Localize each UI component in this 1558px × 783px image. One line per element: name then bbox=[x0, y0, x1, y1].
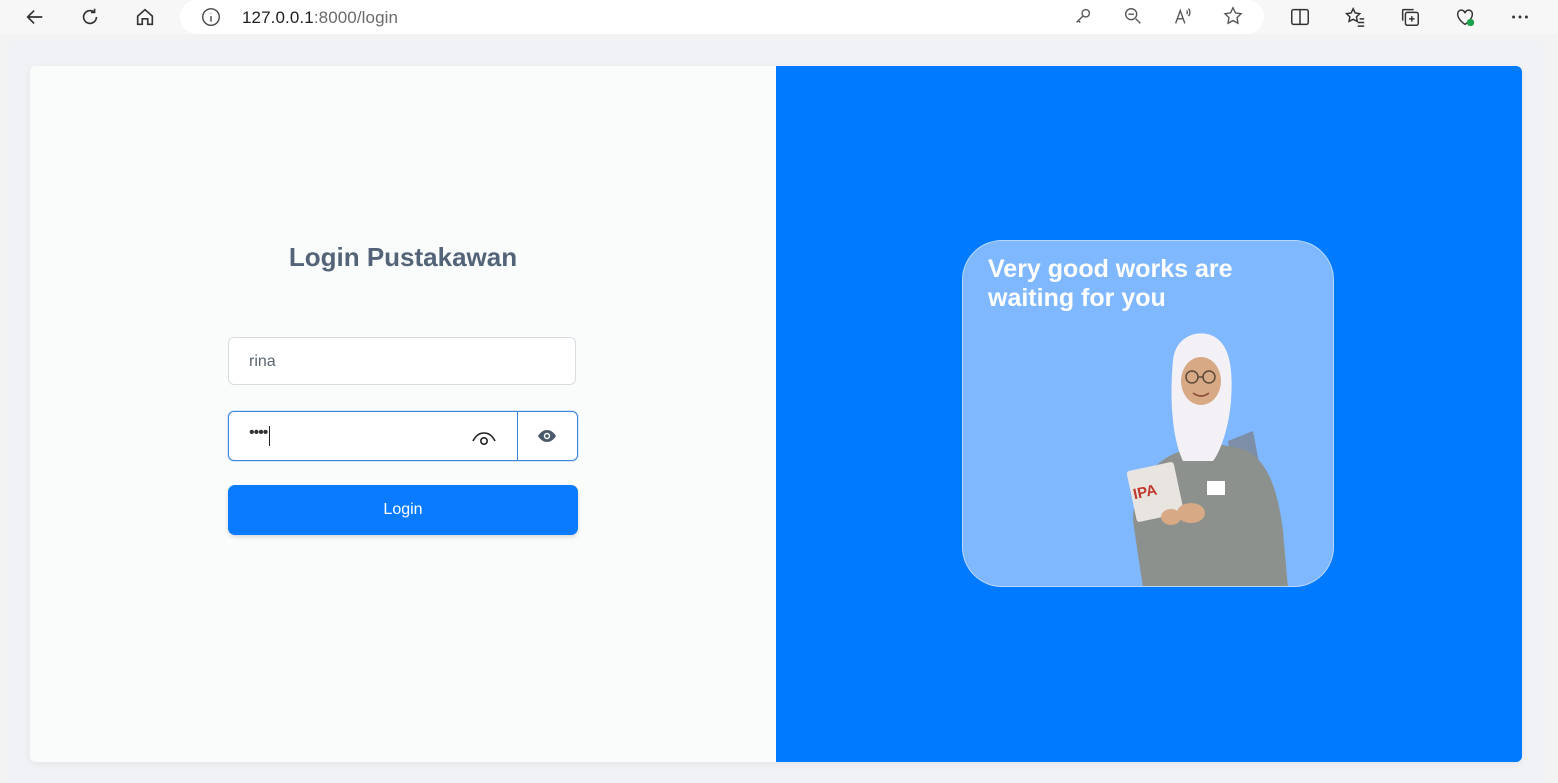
text-caret bbox=[269, 426, 270, 446]
password-value: •••• bbox=[249, 424, 268, 441]
login-card: Login Pustakawan rina •••• Login Very go… bbox=[30, 66, 1522, 762]
split-screen-icon[interactable] bbox=[1287, 4, 1313, 30]
back-icon[interactable] bbox=[22, 4, 48, 30]
promo-card: Very good works are waiting for you IPA bbox=[962, 240, 1334, 587]
url-host: 127.0.0.1 bbox=[242, 8, 314, 27]
login-button[interactable]: Login bbox=[228, 485, 578, 535]
login-panel: Login Pustakawan rina •••• Login bbox=[30, 66, 776, 762]
username-input[interactable]: rina bbox=[228, 337, 576, 385]
favorites-icon[interactable] bbox=[1342, 4, 1368, 30]
info-icon[interactable] bbox=[200, 6, 222, 28]
browser-essentials-icon[interactable] bbox=[1452, 4, 1478, 30]
url-path: :8000/login bbox=[313, 8, 399, 27]
promo-panel: Very good works are waiting for you IPA bbox=[776, 66, 1522, 762]
home-icon[interactable] bbox=[132, 4, 158, 30]
url-text[interactable]: 127.0.0.1:8000/login bbox=[242, 8, 398, 28]
address-bar[interactable]: 127.0.0.1:8000/login bbox=[180, 0, 1264, 34]
eye-icon bbox=[538, 430, 556, 442]
browser-toolbar: 127.0.0.1:8000/login bbox=[0, 0, 1558, 34]
promo-headline: Very good works are waiting for you bbox=[988, 255, 1233, 312]
student-illustration: IPA bbox=[1126, 333, 1288, 586]
browser-reveal-password-icon[interactable] bbox=[471, 426, 497, 448]
refresh-icon[interactable] bbox=[77, 4, 103, 30]
more-icon[interactable] bbox=[1507, 4, 1533, 30]
read-aloud-icon[interactable] bbox=[1172, 5, 1196, 29]
key-icon[interactable] bbox=[1072, 5, 1096, 29]
favorite-star-icon[interactable] bbox=[1222, 5, 1246, 29]
toggle-password-button[interactable] bbox=[517, 412, 577, 460]
collections-icon[interactable] bbox=[1397, 4, 1423, 30]
zoom-out-icon[interactable] bbox=[1122, 5, 1146, 29]
username-value: rina bbox=[249, 353, 276, 370]
page-title: Login Pustakawan bbox=[288, 242, 518, 272]
password-input[interactable]: •••• bbox=[228, 411, 578, 461]
page-viewport: Login Pustakawan rina •••• Login Very go… bbox=[6, 40, 1546, 783]
